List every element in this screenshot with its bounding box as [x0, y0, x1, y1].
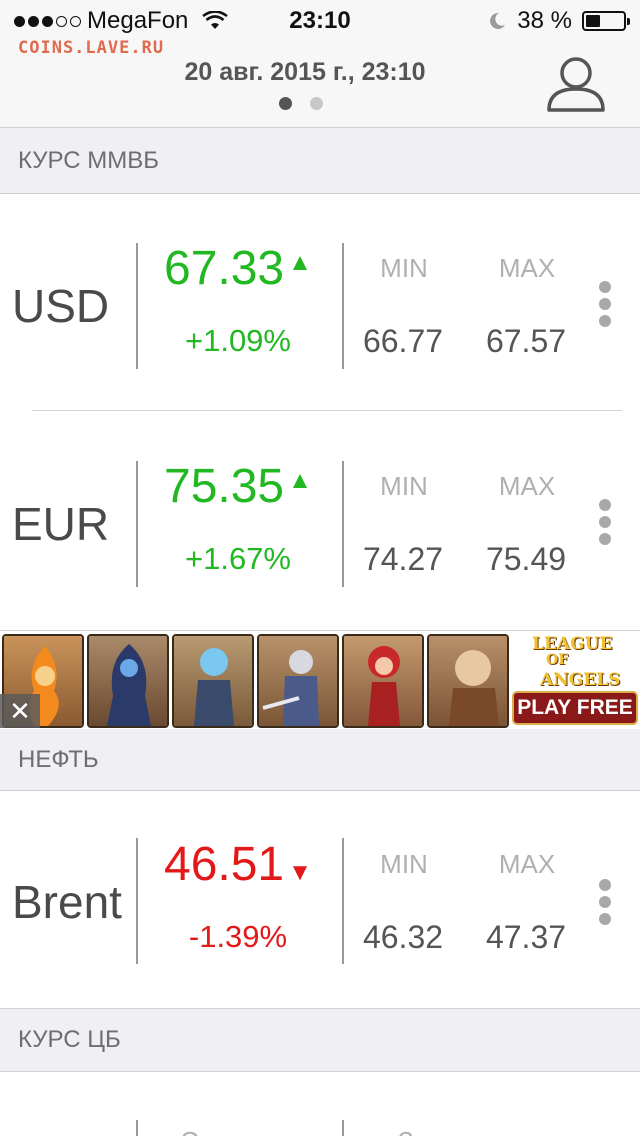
rate-value-text: 75.35	[164, 460, 285, 513]
trend-up-icon: ▲	[288, 249, 312, 276]
moon-icon	[490, 12, 506, 29]
currency-code: EUR	[12, 498, 110, 550]
ad-close-button[interactable]: ✕	[0, 694, 40, 728]
max-label: MAX	[498, 253, 556, 283]
ad-logo-line: ANGELS	[540, 670, 621, 690]
section-header-oil: НЕФТЬ	[0, 729, 640, 791]
tomorrow-label: Завтра	[398, 1126, 482, 1136]
ad-logo-line: OF	[546, 652, 569, 668]
rate-row-usd[interactable]: USD 67.33 ▲ +1.09% MIN MAX 66.77 67.57	[0, 195, 640, 411]
section-header-cb: КУРС ЦБ	[0, 1008, 640, 1072]
ad-play-free-button[interactable]: PLAY FREE	[512, 691, 638, 725]
battery-icon	[582, 11, 630, 31]
rate-change: -1.39%	[188, 919, 288, 954]
status-right-group: 38 %	[487, 7, 630, 35]
ad-logo-line: LEAGUE	[532, 634, 613, 654]
divider-line	[136, 1120, 138, 1136]
update-datetime: 20 авг. 2015 г., 23:10	[184, 58, 426, 86]
rate-change: +1.09%	[184, 323, 291, 358]
ad-hero-image	[257, 634, 339, 728]
rate-value-text: 67.33	[164, 242, 285, 295]
page-dot[interactable]	[310, 97, 323, 110]
rate-value-text: 46.51	[164, 838, 285, 891]
today-label: Сегодня	[180, 1126, 280, 1136]
rate-value: 75.35 ▲	[164, 459, 312, 514]
divider-line	[342, 1120, 344, 1136]
divider-line	[136, 461, 138, 587]
page-indicator[interactable]	[279, 97, 323, 110]
rate-row-cb-partial[interactable]: Сегодня Завтра	[0, 1072, 640, 1136]
max-label: MAX	[498, 471, 556, 501]
min-label: MIN	[380, 253, 428, 283]
max-value: 47.37	[485, 919, 567, 955]
max-label: MAX	[498, 849, 556, 879]
divider-line	[136, 838, 138, 964]
more-options-icon[interactable]	[599, 879, 613, 930]
rate-row-eur[interactable]: EUR 75.35 ▲ +1.67% MIN MAX 74.27 75.49	[0, 411, 640, 629]
min-value: 46.32	[362, 919, 444, 955]
max-value: 75.49	[485, 541, 567, 577]
rate-row-brent[interactable]: Brent 46.51 ▼ -1.39% MIN MAX 46.32 47.37	[0, 791, 640, 1007]
rate-change: +1.67%	[184, 541, 291, 576]
more-options-icon[interactable]	[599, 499, 613, 550]
page-dot-active[interactable]	[279, 97, 292, 110]
commodity-code: Brent	[12, 876, 122, 928]
status-bar: MegaFon 23:10 38 %	[0, 0, 640, 40]
currency-code: USD	[12, 280, 110, 332]
battery-percent: 38 %	[517, 7, 572, 34]
min-label: MIN	[380, 471, 428, 501]
min-value: 66.77	[362, 323, 444, 359]
trend-down-icon: ▼	[288, 859, 312, 886]
ad-hero-image	[172, 634, 254, 728]
divider-line	[136, 243, 138, 369]
max-value: 67.57	[485, 323, 567, 359]
more-options-icon[interactable]	[599, 281, 613, 332]
ad-logo[interactable]: LEAGUE OF ANGELS	[522, 632, 632, 690]
ad-hero-image	[342, 634, 424, 728]
section-header-mmvb: КУРС ММВБ	[0, 128, 640, 194]
app-header: MegaFon 23:10 38 % COINS.LAVE.RU 20 авг.…	[0, 0, 640, 128]
min-label: MIN	[380, 849, 428, 879]
profile-icon[interactable]	[546, 56, 606, 112]
rate-value: 67.33 ▲	[164, 241, 312, 296]
ad-hero-image	[427, 634, 509, 728]
trend-up-icon: ▲	[288, 467, 312, 494]
min-value: 74.27	[362, 541, 444, 577]
watermark: COINS.LAVE.RU	[18, 38, 165, 58]
ad-hero-image	[87, 634, 169, 728]
rate-value: 46.51 ▼	[164, 837, 312, 892]
